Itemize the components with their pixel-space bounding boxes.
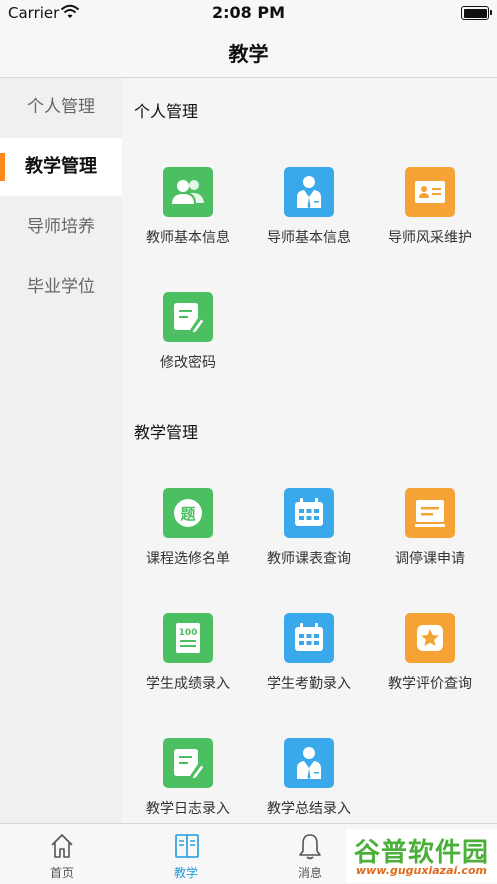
tab-label: 首页 (49, 866, 74, 880)
grid-item-label: 导师基本信息 (267, 230, 351, 246)
tab-teaching[interactable]: 教学 (124, 824, 248, 884)
user-group-icon (172, 180, 204, 204)
grid-item-label: 教师基本信息 (146, 230, 230, 246)
edit-document-icon (174, 303, 205, 334)
grid-item-change-password[interactable]: 修改密码 (126, 292, 250, 412)
watermark-url: www.guguxiazai.com (356, 864, 487, 877)
grid-item-label: 学生成绩录入 (146, 676, 230, 692)
content-panel: 个人管理 教师基本信息 导师基本信息 导师风采维护 修改密码 教学管理 题 课程… (122, 78, 497, 823)
edit-document-icon (174, 749, 205, 780)
grid-item-label: 学生考勤录入 (267, 676, 351, 692)
calendar-icon (295, 623, 323, 651)
sidebar-item-label: 毕业学位 (27, 277, 95, 297)
grid-item-score-entry[interactable]: 100 学生成绩录入 (126, 613, 250, 733)
grid-item-label: 教学日志录入 (146, 801, 230, 817)
grid-item-label: 调停课申请 (395, 551, 465, 567)
grid-item-course-list[interactable]: 题 课程选修名单 (126, 488, 250, 608)
sidebar-item-personal[interactable]: 个人管理 (0, 78, 122, 136)
mentor-icon (297, 747, 321, 779)
star-icon (417, 625, 443, 651)
grid-item-evaluation-query[interactable]: 教学评价查询 (368, 613, 492, 733)
section-title-personal: 个人管理 (134, 102, 199, 121)
sidebar-item-graduation[interactable]: 毕业学位 (0, 258, 122, 316)
tile (405, 167, 455, 217)
tile: 题 (163, 488, 213, 538)
grid-item-class-adjust[interactable]: 调停课申请 (368, 488, 492, 608)
book-icon (175, 834, 199, 858)
board-icon (415, 500, 445, 527)
grid-item-label: 教师课表查询 (267, 551, 351, 567)
section-title-teaching: 教学管理 (134, 423, 199, 442)
svg-text:题: 题 (180, 505, 196, 523)
grid-item-label: 教学评价查询 (388, 676, 472, 692)
tab-home[interactable]: 首页 (0, 824, 124, 884)
id-card-icon (415, 181, 445, 203)
tile (284, 613, 334, 663)
tile (284, 167, 334, 217)
sidebar-item-label: 导师培养 (27, 217, 95, 237)
grid-item-teaching-summary[interactable]: 教学总结录入 (247, 738, 371, 823)
bell-icon (299, 834, 321, 860)
tile (284, 488, 334, 538)
tile (163, 167, 213, 217)
tile (405, 488, 455, 538)
watermark-logo: 谷普软件园 www.guguxiazai.com (346, 829, 497, 883)
status-time: 2:08 PM (211, 3, 285, 22)
grid-item-label: 导师风采维护 (388, 230, 472, 246)
sidebar-item-label: 个人管理 (27, 97, 95, 117)
grid-item-mentor-profile[interactable]: 导师风采维护 (368, 167, 492, 287)
grid-item-attendance-entry[interactable]: 学生考勤录入 (247, 613, 371, 733)
score-sheet-icon: 100 (176, 623, 200, 653)
tab-label: 教学 (173, 866, 198, 880)
calendar-icon (295, 498, 323, 526)
sidebar-item-teaching[interactable]: 教学管理 (0, 138, 122, 196)
page-title: 教学 (228, 42, 269, 66)
mentor-icon (297, 176, 321, 208)
nav-bar: 教学 (0, 26, 497, 78)
grid-item-teacher-info[interactable]: 教师基本信息 (126, 167, 250, 287)
tile (405, 613, 455, 663)
sidebar-item-label: 教学管理 (25, 156, 97, 177)
tile (163, 292, 213, 342)
grid-item-teaching-log[interactable]: 教学日志录入 (126, 738, 250, 823)
tile: 100 (163, 613, 213, 663)
grid-item-label: 课程选修名单 (146, 551, 230, 567)
sidebar-item-mentor[interactable]: 导师培养 (0, 198, 122, 256)
status-bar: Carrier 2:08 PM (0, 0, 497, 26)
grid-item-label: 教学总结录入 (267, 801, 351, 817)
tile (284, 738, 334, 788)
active-indicator (0, 153, 5, 181)
question-badge-icon: 题 (174, 499, 202, 527)
grid-item-label: 修改密码 (160, 355, 216, 371)
grid-item-mentor-info[interactable]: 导师基本信息 (247, 167, 371, 287)
grid-item-teacher-schedule[interactable]: 教师课表查询 (247, 488, 371, 608)
home-icon (51, 834, 73, 858)
svg-text:100: 100 (179, 628, 198, 638)
battery-icon (461, 6, 492, 20)
sidebar: 个人管理 教学管理 导师培养 毕业学位 (0, 78, 122, 823)
tile (163, 738, 213, 788)
